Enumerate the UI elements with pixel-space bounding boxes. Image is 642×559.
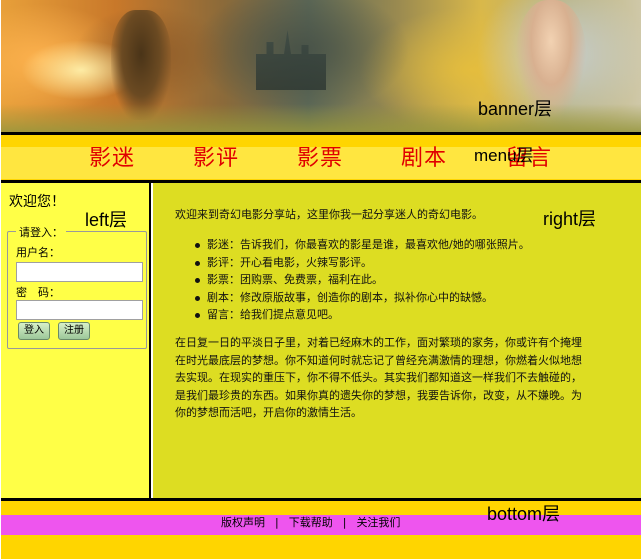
footer-link-download-help[interactable]: 下载帮助	[289, 516, 333, 529]
footer-link-copyright[interactable]: 版权声明	[221, 516, 265, 529]
login-button[interactable]: 登入	[18, 322, 50, 340]
username-label: 用户名：	[16, 246, 60, 259]
menu-item-reviews[interactable]: 影评	[193, 148, 239, 170]
password-input[interactable]	[16, 300, 143, 320]
banner-layer-label: banner层	[478, 99, 553, 119]
username-input[interactable]	[16, 262, 143, 282]
left-layer-label: left层	[85, 210, 128, 230]
intro-paragraph: 在日复一日的平淡日子里，对着已经麻木的工作，面对繁琐的家务，你或许有个掩埋在时光…	[175, 336, 582, 419]
feature-text: 影迷：告诉我们，你最喜欢的影星是谁，最喜欢他/她的哪张照片。	[207, 238, 530, 251]
footer-links: 版权声明 | 下载帮助 | 关注我们	[221, 516, 400, 530]
menu-item-tickets[interactable]: 影票	[297, 148, 343, 170]
login-legend: 请登入：	[16, 224, 66, 240]
bullet-icon	[195, 260, 200, 266]
right-layer-label: right层	[543, 209, 597, 229]
list-item: 剧本：修改原版故事，创造你的剧本，拟补你心中的缺憾。	[193, 289, 530, 307]
login-form: 请登入： 用户名： 密 码： 登入 注册	[7, 224, 147, 349]
right-panel: 欢迎来到奇幻电影分享站，这里你我一起分享迷人的奇幻电影。 影迷：告诉我们，你最喜…	[153, 183, 641, 498]
footer-link-follow-us[interactable]: 关注我们	[356, 516, 400, 529]
left-panel: 欢迎您！ 请登入： 用户名： 密 码： 登入 注册	[1, 183, 151, 498]
feature-text: 影评：开心看电影，火辣写影评。	[207, 255, 372, 269]
feature-text: 剧本：修改原版故事，创造你的剧本，拟补你心中的缺憾。	[207, 290, 493, 304]
register-button[interactable]: 注册	[58, 322, 90, 340]
list-item: 留言：给我们提点意见吧。	[193, 306, 530, 324]
welcome-text: 欢迎您！	[9, 194, 65, 210]
footer-separator: |	[342, 516, 347, 529]
intro-text: 欢迎来到奇幻电影分享站，这里你我一起分享迷人的奇幻电影。	[175, 208, 483, 221]
menu-item-scripts[interactable]: 剧本	[401, 148, 447, 170]
password-label: 密 码：	[16, 286, 60, 299]
banner-castle-image	[256, 30, 326, 90]
list-item: 影票：团购票、免费票，福利在此。	[193, 271, 530, 289]
bullet-icon	[195, 295, 200, 301]
footer-separator: |	[275, 516, 279, 529]
feature-list: 影迷：告诉我们，你最喜欢的影星是谁，最喜欢他/她的哪张照片。 影评：开心看电影，…	[193, 236, 530, 324]
bullet-icon	[195, 313, 200, 318]
bullet-icon	[195, 243, 200, 248]
menu-item-fans[interactable]: 影迷	[89, 148, 135, 170]
bullet-icon	[195, 278, 200, 283]
bottom-layer-label: bottom层	[487, 504, 561, 524]
menu-layer-label: menu层	[474, 146, 534, 165]
feature-text: 影票：团购票、免费票，福利在此。	[207, 273, 383, 286]
list-item: 影迷：告诉我们，你最喜欢的影星是谁，最喜欢他/她的哪张照片。	[193, 236, 530, 254]
list-item: 影评：开心看电影，火辣写影评。	[193, 254, 530, 272]
feature-text: 留言：给我们提点意见吧。	[207, 308, 339, 321]
